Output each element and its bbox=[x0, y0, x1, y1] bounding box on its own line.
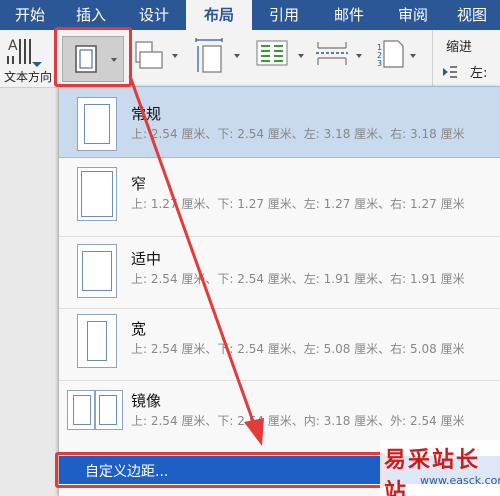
page-size-icon bbox=[195, 38, 223, 73]
margin-option-title: 宽 bbox=[131, 320, 147, 338]
margin-option-narrow[interactable]: 窄 上: 1.27 厘米、下: 1.27 厘米、左: 1.27 厘米、右: 1.… bbox=[59, 165, 500, 237]
moderate-margin-icon bbox=[77, 244, 117, 298]
chevron-down-icon bbox=[410, 54, 416, 58]
text-direction-icon: A bbox=[7, 38, 42, 67]
margin-option-wide[interactable]: 宽 上: 2.54 厘米、下: 2.54 厘米、左: 5.08 厘米、右: 5.… bbox=[59, 308, 500, 380]
breaks-button[interactable] bbox=[314, 38, 366, 80]
margin-option-title: 常规 bbox=[131, 105, 162, 123]
text-direction-label: 文本方向 bbox=[4, 70, 53, 84]
chevron-down-icon bbox=[298, 54, 304, 58]
margin-option-normal[interactable]: 常规 上: 2.54 厘米、下: 2.54 厘米、左: 3.18 厘米、右: 3… bbox=[59, 86, 500, 158]
line-numbers-icon: 1 2 3 bbox=[377, 40, 404, 68]
margin-option-title: 窄 bbox=[131, 175, 147, 193]
normal-margin-icon bbox=[77, 97, 117, 151]
svg-text:A: A bbox=[8, 38, 18, 54]
margin-option-desc: 上: 2.54 厘米、下: 2.54 厘米、内: 3.18 厘米、外: 2.54… bbox=[131, 414, 465, 428]
tab-review[interactable]: 审阅 bbox=[382, 0, 444, 30]
wide-margin-icon bbox=[77, 314, 117, 368]
tab-view[interactable]: 视图 bbox=[444, 0, 500, 30]
annotation-highlight-margins-button bbox=[54, 27, 132, 87]
size-button[interactable] bbox=[192, 36, 244, 82]
breaks-icon bbox=[316, 42, 348, 65]
annotation-highlight-custom-margins bbox=[55, 452, 385, 488]
ribbon-tab-bar: 开始 插入 设计 布局 引用 邮件 审阅 视图 bbox=[0, 0, 500, 30]
margins-dropdown: 常规 上: 2.54 厘米、下: 2.54 厘米、左: 3.18 厘米、右: 3… bbox=[58, 86, 500, 496]
orientation-button[interactable] bbox=[132, 38, 182, 80]
chevron-down-icon bbox=[356, 54, 362, 58]
indent-left-icon bbox=[442, 64, 458, 78]
menu-separator bbox=[59, 236, 500, 237]
indent-label: 缩进 bbox=[446, 40, 473, 55]
mirrored-left-page-icon bbox=[67, 390, 95, 430]
margin-option-title: 镜像 bbox=[131, 392, 162, 410]
tab-design[interactable]: 设计 bbox=[122, 0, 186, 30]
margin-option-moderate[interactable]: 适中 上: 2.54 厘米、下: 2.54 厘米、左: 1.91 厘米、右: 1… bbox=[59, 238, 500, 310]
margin-option-desc: 上: 2.54 厘米、下: 2.54 厘米、左: 1.91 厘米、右: 1.91… bbox=[131, 272, 465, 286]
margin-option-desc: 上: 1.27 厘米、下: 1.27 厘米、左: 1.27 厘米、右: 1.27… bbox=[131, 197, 465, 211]
tab-mailings[interactable]: 邮件 bbox=[316, 0, 382, 30]
narrow-margin-icon bbox=[77, 167, 117, 221]
watermark-url: www.easck.com bbox=[420, 474, 500, 487]
mirrored-right-page-icon bbox=[95, 390, 123, 430]
tab-home[interactable]: 开始 bbox=[0, 0, 60, 30]
columns-button[interactable] bbox=[254, 38, 306, 80]
margin-option-title: 适中 bbox=[131, 250, 162, 268]
tab-references[interactable]: 引用 bbox=[252, 0, 316, 30]
line-numbers-button[interactable]: 1 2 3 bbox=[376, 38, 420, 80]
tab-layout[interactable]: 布局 bbox=[186, 0, 252, 30]
chevron-down-icon bbox=[234, 54, 240, 58]
margin-option-desc: 上: 2.54 厘米、下: 2.54 厘米、左: 3.18 厘米、右: 3.18… bbox=[131, 127, 465, 141]
columns-icon bbox=[256, 40, 288, 66]
margin-option-desc: 上: 2.54 厘米、下: 2.54 厘米、左: 5.08 厘米、右: 5.08… bbox=[131, 342, 465, 356]
orientation-icon bbox=[135, 41, 163, 69]
indent-left-label: 左: bbox=[470, 66, 488, 81]
watermark-logo: 易采站长站 www.easck.com bbox=[380, 440, 500, 496]
watermark-title: 易采站长站 bbox=[384, 447, 481, 496]
text-direction-button[interactable]: A 文本方向 bbox=[4, 36, 56, 84]
chevron-down-icon bbox=[172, 54, 178, 58]
ribbon-divider bbox=[432, 30, 433, 88]
tab-insert[interactable]: 插入 bbox=[60, 0, 122, 30]
svg-text:3: 3 bbox=[377, 59, 382, 68]
